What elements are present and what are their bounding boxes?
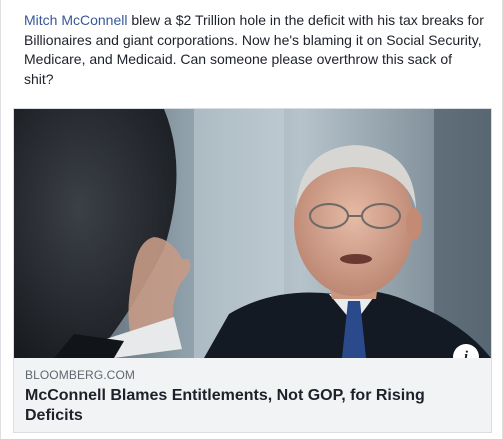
post-message: Mitch McConnell blew a $2 Trillion hole … xyxy=(24,11,484,89)
link-domain: BLOOMBERG.COM xyxy=(25,368,135,382)
mention-link[interactable]: Mitch McConnell xyxy=(24,12,127,28)
article-thumbnail[interactable] xyxy=(14,109,491,358)
shared-link-card[interactable]: i BLOOMBERG.COM McConnell Blames Entitle… xyxy=(13,108,492,433)
link-title[interactable]: McConnell Blames Entitlements, Not GOP, … xyxy=(25,386,480,426)
link-meta[interactable]: BLOOMBERG.COM McConnell Blames Entitleme… xyxy=(14,358,491,432)
feed-post: Mitch McConnell blew a $2 Trillion hole … xyxy=(0,0,503,439)
